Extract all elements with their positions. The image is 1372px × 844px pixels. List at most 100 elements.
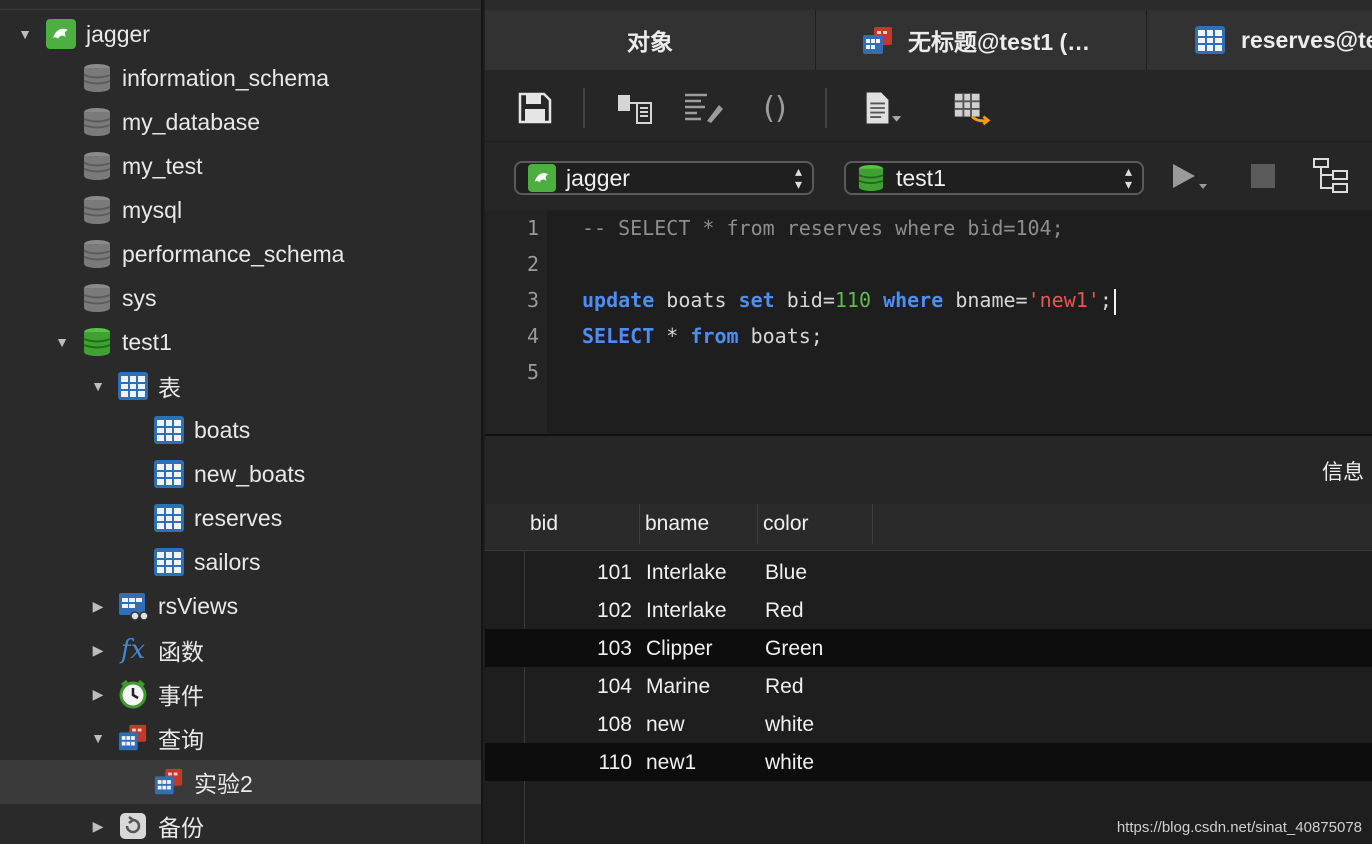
tab-label: 无标题@test1 (… bbox=[908, 29, 1091, 55]
tree-item-connection-jagger[interactable]: ▼ jagger bbox=[0, 12, 481, 56]
cell-color[interactable]: Green bbox=[765, 637, 823, 661]
beautify-sql-button[interactable] bbox=[683, 88, 723, 128]
cell-bname[interactable]: new bbox=[646, 713, 685, 737]
tree-item-tables-group[interactable]: ▼ 表 bbox=[0, 364, 481, 408]
tree-item-query-selected[interactable]: 实验2 bbox=[0, 760, 481, 804]
tree-item-database[interactable]: my_test bbox=[0, 144, 481, 188]
tables-group-label: 表 bbox=[158, 375, 181, 401]
save-button[interactable] bbox=[515, 88, 555, 128]
cell-color[interactable]: white bbox=[765, 713, 814, 737]
tree-item-table[interactable]: new_boats bbox=[0, 452, 481, 496]
tree-item-table[interactable]: sailors bbox=[0, 540, 481, 584]
cell-bid[interactable]: 103 bbox=[597, 637, 632, 661]
disclosure-expanded-icon[interactable]: ▼ bbox=[90, 730, 106, 746]
column-header-bid[interactable]: bid bbox=[525, 504, 640, 544]
tree-item-events-group[interactable]: ▶ 事件 bbox=[0, 672, 481, 716]
query-icon bbox=[118, 723, 148, 753]
backup-icon bbox=[118, 811, 148, 841]
beautify-sql-icon bbox=[685, 93, 723, 123]
cell-bname[interactable]: Marine bbox=[646, 675, 710, 699]
tree-item-functions-group[interactable]: ▶ fx 函数 bbox=[0, 628, 481, 672]
toolbar-separator bbox=[583, 88, 585, 128]
table-label: reserves bbox=[194, 504, 283, 531]
tab-reserves-table[interactable]: reserves@te bbox=[1147, 10, 1372, 70]
query-icon bbox=[154, 767, 184, 797]
line-number: 2 bbox=[526, 252, 539, 276]
tree-item-database[interactable]: mysql bbox=[0, 188, 481, 232]
column-header-color[interactable]: color bbox=[758, 504, 873, 544]
cell-bname[interactable]: Clipper bbox=[646, 637, 713, 661]
database-icon bbox=[82, 151, 112, 181]
cell-bid[interactable]: 104 bbox=[597, 675, 632, 699]
cell-bid[interactable]: 102 bbox=[597, 599, 632, 623]
result-grid[interactable]: bid bname color 101 Interlake Blue 102 I… bbox=[485, 504, 1372, 844]
database-icon bbox=[82, 195, 112, 225]
sql-text: ; bbox=[1099, 288, 1112, 312]
tree-item-database[interactable]: information_schema bbox=[0, 56, 481, 100]
cell-color[interactable]: Red bbox=[765, 599, 804, 623]
tree-item-table[interactable]: boats bbox=[0, 408, 481, 452]
disclosure-collapsed-icon[interactable]: ▶ bbox=[90, 642, 106, 658]
tree-item-queries-group[interactable]: ▼ 查询 bbox=[0, 716, 481, 760]
cell-bname[interactable]: Interlake bbox=[646, 599, 727, 623]
table-row[interactable]: 104 Marine Red bbox=[485, 667, 1372, 705]
database-label: sys bbox=[122, 284, 157, 311]
cell-bid[interactable]: 108 bbox=[597, 713, 632, 737]
tab-info[interactable]: 信息 bbox=[1322, 456, 1364, 486]
table-row[interactable]: 108 new white bbox=[485, 705, 1372, 743]
stop-button[interactable] bbox=[1243, 156, 1283, 196]
text-caret bbox=[1113, 288, 1116, 315]
disclosure-collapsed-icon[interactable]: ▶ bbox=[90, 818, 106, 834]
tree-item-table[interactable]: reserves bbox=[0, 496, 481, 540]
tab-label: 对象 bbox=[627, 29, 673, 55]
export-result-button[interactable] bbox=[951, 88, 991, 128]
query-builder-button[interactable] bbox=[615, 88, 655, 128]
updown-chevron-icon: ▴ ▾ bbox=[1124, 163, 1132, 192]
cell-bid[interactable]: 101 bbox=[597, 561, 632, 585]
tree-item-backup-group[interactable]: ▶ 备份 bbox=[0, 804, 481, 844]
code-line-comment: -- SELECT * from reserves where bid=104; bbox=[582, 216, 1064, 240]
tree-item-database[interactable]: my_database bbox=[0, 100, 481, 144]
database-label: test1 bbox=[122, 328, 172, 355]
table-row[interactable]: 110 new1 white bbox=[485, 743, 1372, 781]
database-icon bbox=[82, 63, 112, 93]
database-select[interactable]: test1 ▴ ▾ bbox=[844, 161, 1144, 195]
line-number: 3 bbox=[526, 288, 539, 312]
cell-color[interactable]: Red bbox=[765, 675, 804, 699]
cell-color[interactable]: white bbox=[765, 751, 814, 775]
tab-untitled-query[interactable]: 无标题@test1 (… bbox=[816, 10, 1147, 70]
connection-select[interactable]: jagger ▴ ▾ bbox=[514, 161, 814, 195]
run-button[interactable] bbox=[1169, 156, 1209, 196]
cell-color[interactable]: Blue bbox=[765, 561, 807, 585]
view-icon bbox=[118, 591, 148, 621]
table-row[interactable]: 102 Interlake Red bbox=[485, 591, 1372, 629]
text-snippet-icon bbox=[866, 92, 902, 124]
disclosure-expanded-icon[interactable]: ▼ bbox=[90, 378, 106, 394]
alarm-clock-icon bbox=[118, 679, 148, 709]
cell-bid[interactable]: 110 bbox=[599, 751, 632, 775]
text-snippet-button[interactable] bbox=[863, 88, 903, 128]
cell-bname[interactable]: new1 bbox=[646, 751, 696, 775]
code-line-select: SELECT * from boats; bbox=[582, 324, 823, 348]
explain-button[interactable] bbox=[1311, 156, 1351, 196]
tree-item-database-test1[interactable]: ▼ test1 bbox=[0, 320, 481, 364]
tree-item-database[interactable]: performance_schema bbox=[0, 232, 481, 276]
sql-string: 'new1' bbox=[1027, 288, 1100, 312]
disclosure-collapsed-icon[interactable]: ▶ bbox=[90, 598, 106, 614]
query-label: 实验2 bbox=[194, 771, 253, 797]
tab-objects[interactable]: 对象 bbox=[485, 10, 816, 70]
sql-editor[interactable]: 1 2 3 4 5 -- SELECT * from reserves wher… bbox=[485, 210, 1372, 436]
tree-item-database[interactable]: sys bbox=[0, 276, 481, 320]
disclosure-collapsed-icon[interactable]: ▶ bbox=[90, 686, 106, 702]
parentheses-button[interactable]: () bbox=[755, 88, 795, 128]
navigator-sidebar: ▼ jagger information_schema my_database … bbox=[0, 0, 483, 844]
database-label: mysql bbox=[122, 196, 183, 223]
tree-item-views-group[interactable]: ▶ rsViews bbox=[0, 584, 481, 628]
table-row[interactable]: 103 Clipper Green bbox=[485, 629, 1372, 667]
disclosure-expanded-icon[interactable]: ▼ bbox=[17, 26, 33, 42]
explain-tree-icon bbox=[1313, 158, 1348, 193]
column-header-bname[interactable]: bname bbox=[640, 504, 758, 544]
cell-bname[interactable]: Interlake bbox=[646, 561, 727, 585]
table-row[interactable]: 101 Interlake Blue bbox=[485, 553, 1372, 591]
disclosure-expanded-icon[interactable]: ▼ bbox=[54, 334, 70, 350]
